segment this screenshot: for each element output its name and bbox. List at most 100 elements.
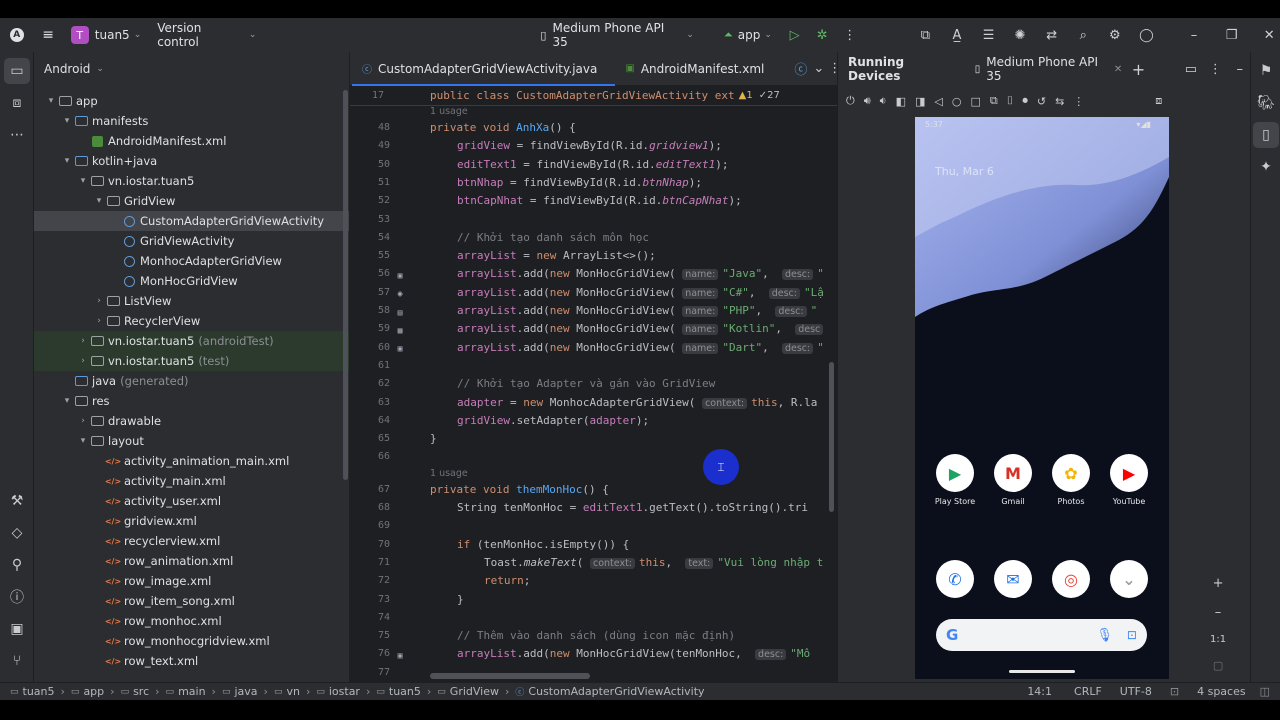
expand-down-icon[interactable]: ▾ — [60, 116, 74, 126]
tree-item[interactable]: ▾ res — [34, 391, 349, 411]
zoom-in-icon[interactable]: + — [1213, 576, 1224, 591]
breadcrumb-item[interactable]: iostar — [329, 685, 360, 698]
sync-gradle-icon[interactable]: ✺ — [1009, 24, 1031, 46]
gutter-image-icon[interactable]: ▣ — [394, 270, 406, 280]
gemini-icon[interactable]: ✦ — [1253, 154, 1279, 180]
expand-down-icon[interactable]: ▾ — [76, 176, 90, 186]
main-menu-icon[interactable]: ≡ — [33, 18, 62, 52]
project-tool-icon[interactable]: ▭ — [4, 58, 30, 84]
rotate-right-icon[interactable]: ◨ — [915, 95, 925, 108]
caret-position[interactable]: 14:1 — [1027, 685, 1052, 698]
usage-hint[interactable]: 1 usage — [430, 106, 468, 117]
tree-item[interactable]: </> row_image.xml — [34, 571, 349, 591]
notifications-icon[interactable]: ⚑ — [1253, 58, 1279, 84]
tree-item[interactable]: </> row_item_song.xml — [34, 591, 349, 611]
debug-icon[interactable]: ✲ — [811, 24, 833, 46]
hide-panel-icon[interactable]: – — [1230, 58, 1250, 80]
line-separator[interactable]: CRLF — [1074, 685, 1102, 698]
tree-item[interactable]: › vn.iostar.tuan5 (androidTest) — [34, 331, 349, 351]
expand-right-icon[interactable]: › — [76, 336, 90, 346]
tree-item[interactable]: MonhocAdapterGridView — [34, 251, 349, 271]
add-device-icon[interactable]: + — [1128, 58, 1148, 80]
more-tools-icon[interactable]: ⋯ — [4, 122, 30, 148]
usage-hint[interactable]: 1 usage — [430, 466, 468, 479]
tree-item[interactable]: CustomAdapterGridViewActivity — [34, 211, 349, 231]
tab-androidmanifest[interactable]: ▣ AndroidManifest.xml — [615, 52, 774, 86]
code-area[interactable]: 1 usage 48 private void AnhXa() {49 gridVie… — [350, 106, 837, 682]
fold-icon[interactable]: ⧉ — [990, 94, 998, 108]
tree-item[interactable]: </> recyclerview.xml — [34, 531, 349, 551]
tree-item[interactable]: ▾ app — [34, 91, 349, 111]
lens-icon[interactable]: ⊡ — [1127, 628, 1137, 642]
project-view-selector[interactable]: Android ⌄ — [34, 52, 349, 86]
run-icon[interactable]: ▷ — [784, 24, 806, 46]
google-search-bar[interactable]: G 🎙︎ ⊡ — [936, 619, 1147, 651]
breadcrumb-item[interactable]: java — [234, 685, 257, 698]
breadcrumb-item[interactable]: main — [178, 685, 205, 698]
settings-gear-icon[interactable]: ⚙ — [1104, 24, 1126, 46]
tabs-dropdown-icon[interactable]: ⌄ — [813, 58, 824, 80]
expand-right-icon[interactable]: › — [76, 416, 90, 426]
back-icon[interactable]: ◁ — [934, 95, 942, 108]
mirror-icon[interactable]: ⇆ — [1055, 95, 1064, 108]
gesture-bar[interactable] — [1009, 670, 1075, 673]
tree-item[interactable]: ▾ manifests — [34, 111, 349, 131]
search-icon[interactable]: ⌕ — [1072, 24, 1094, 46]
tree-item[interactable]: ▾ GridView — [34, 191, 349, 211]
terminal-icon[interactable]: ▣ — [4, 616, 30, 642]
build-icon[interactable]: ⚒ — [4, 488, 30, 514]
zoom-out-icon[interactable]: – — [1215, 605, 1222, 620]
tree-item[interactable]: GridViewActivity — [34, 231, 349, 251]
breadcrumb-item[interactable]: src — [133, 685, 149, 698]
date-widget[interactable]: Thu, Mar 6 — [935, 165, 994, 178]
breadcrumb-item[interactable]: tuan5 — [23, 685, 55, 698]
tree-item[interactable]: </> gridview.xml — [34, 511, 349, 531]
sdk-manager-icon[interactable]: ⇄ — [1041, 24, 1063, 46]
recent-files-icon[interactable]: ⓒ — [794, 58, 807, 80]
app-inspection-icon[interactable]: ⚲ — [4, 552, 30, 578]
device-manager-icon[interactable]: ⧉ — [915, 24, 937, 46]
tree-item[interactable]: </> activity_user.xml — [34, 491, 349, 511]
app-icon[interactable]: ✉ — [994, 560, 1032, 598]
expand-right-icon[interactable]: › — [92, 296, 106, 306]
close-icon[interactable]: ✕ — [1258, 24, 1280, 46]
more-options-icon[interactable]: ⋮ — [839, 24, 861, 46]
overview-icon[interactable]: □ — [970, 95, 980, 108]
tree-item[interactable]: ▾ layout — [34, 431, 349, 451]
expand-down-icon[interactable]: ▾ — [76, 436, 90, 446]
expand-down-icon[interactable]: ▾ — [60, 156, 74, 166]
home-icon[interactable]: ○ — [952, 95, 962, 108]
window-layout-icon[interactable]: ▭ — [1181, 58, 1201, 80]
git-status-icon[interactable]: ◫ — [1260, 685, 1270, 698]
screen-record-icon[interactable]: ⏺ — [1022, 94, 1028, 108]
power-icon[interactable]: ⏻ — [846, 94, 855, 108]
editor-hscrollbar[interactable] — [430, 673, 590, 679]
resource-manager-icon[interactable]: ⧈ — [4, 90, 30, 116]
tree-item[interactable]: › drawable — [34, 411, 349, 431]
expand-down-icon[interactable]: ▾ — [60, 396, 74, 406]
tree-item[interactable]: ▾ kotlin+java — [34, 151, 349, 171]
android-studio-logo[interactable]: A — [0, 18, 33, 52]
close-tab-icon[interactable]: ✕ — [1114, 64, 1122, 75]
tree-item[interactable]: </> activity_animation_main.xml — [34, 451, 349, 471]
tree-item[interactable]: › vn.iostar.tuan5 (test) — [34, 351, 349, 371]
restore-icon[interactable]: ❐ — [1221, 24, 1243, 46]
tree-item[interactable]: </> row_animation.xml — [34, 551, 349, 571]
expand-right-icon[interactable]: › — [92, 316, 106, 326]
indent-setting[interactable]: 4 spaces — [1197, 685, 1246, 698]
account-icon[interactable]: ◯ — [1136, 24, 1158, 46]
expand-down-icon[interactable]: ▾ — [44, 96, 58, 106]
minimize-icon[interactable]: – — [1183, 24, 1205, 46]
file-encoding[interactable]: UTF-8 — [1120, 685, 1152, 698]
running-devices-icon[interactable]: ▯ — [1253, 122, 1279, 148]
gutter-image-icon[interactable]: ◉ — [394, 289, 406, 299]
app-icon[interactable]: M — [994, 454, 1032, 492]
reset-icon[interactable]: ↺ — [1037, 95, 1046, 108]
git-icon[interactable]: ⑂ — [4, 648, 30, 674]
gutter-image-icon[interactable]: ▣ — [394, 650, 406, 660]
breadcrumb-item[interactable]: CustomAdapterGridViewActivity — [528, 685, 704, 698]
breadcrumb-item[interactable]: tuan5 — [389, 685, 421, 698]
gradle-icon[interactable]: 🐘︎ — [1253, 90, 1279, 116]
volume-down-icon[interactable]: 🔉︎ — [880, 94, 887, 108]
gutter-image-icon[interactable]: ▤ — [394, 307, 406, 317]
